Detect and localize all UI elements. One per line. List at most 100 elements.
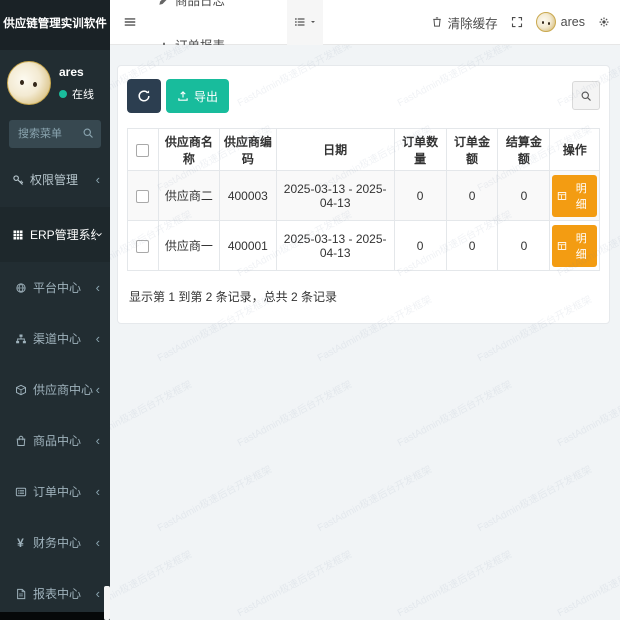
- list-icon: [294, 16, 306, 28]
- watermark-text: FastAdmin极速后台开发框架: [314, 461, 434, 534]
- listalt-icon: [13, 486, 28, 498]
- nav-more-dropdown[interactable]: [287, 0, 323, 45]
- user-avatar-small: [536, 12, 556, 32]
- sidebar-item-perm[interactable]: 权限管理‹: [0, 152, 110, 207]
- refresh-icon: [137, 89, 151, 103]
- detail-button[interactable]: 明细: [552, 225, 597, 267]
- suppliers-report-table: 供应商名称供应商编码日期订单数量订单金额结算金额操作 供应商二400003202…: [127, 128, 600, 271]
- table-cell: 0: [498, 171, 550, 221]
- sidebar-end-strip: [0, 612, 104, 620]
- watermark-text: FastAdmin极速后台开发框架: [110, 376, 194, 449]
- sidebar-item-label: 平台中心: [33, 279, 81, 296]
- table-cell: 0: [498, 221, 550, 271]
- select-all-checkbox[interactable]: [136, 144, 149, 157]
- sidebar-item-goods[interactable]: 商品中心 ‹: [0, 415, 110, 466]
- top-navbar: 管理员管理商品日志订单报表渠道销售明细报表 清除缓存 ares: [110, 0, 620, 45]
- sidebar-item-label: 报表中心: [33, 585, 81, 602]
- detail-button-label: 明细: [570, 180, 592, 212]
- sidebar-item-finance[interactable]: ¥ 财务中心 ‹: [0, 517, 110, 568]
- column-header: 供应商编码: [220, 129, 277, 171]
- watermark-text: FastAdmin极速后台开发框架: [154, 461, 274, 534]
- table-cell: 0: [394, 221, 446, 271]
- sidebar-item-label: 渠道中心: [33, 330, 81, 347]
- panel-toolbar: 导出: [127, 79, 600, 113]
- chevron-left-icon: ‹: [96, 433, 100, 448]
- sidebar-item-label: 财务中心: [33, 534, 81, 551]
- detail-icon: [557, 191, 567, 201]
- nav-item-label: 商品日志: [175, 0, 225, 9]
- chevron-left-icon: ‹: [96, 382, 100, 397]
- user-avatar[interactable]: [7, 61, 51, 105]
- sidebar-item-channel[interactable]: 渠道中心 ‹: [0, 313, 110, 364]
- online-status-label: 在线: [72, 86, 94, 102]
- online-status-dot: [59, 90, 67, 98]
- clear-cache-button[interactable]: 清除缓存: [431, 13, 498, 32]
- search-icon: [580, 90, 592, 102]
- sidebar-toggle-icon[interactable]: [110, 15, 148, 29]
- table-search-button[interactable]: [572, 81, 600, 110]
- table-cell: 400001: [220, 221, 277, 271]
- sidebar: 供应链管理实训软件 ares 在线 权限管理‹ERP管理系统‹平台中心‹渠道中心…: [0, 0, 110, 620]
- app-title: 供应链管理实训软件: [0, 0, 110, 50]
- table-cell: 0: [446, 221, 498, 271]
- nav-item-goods-log[interactable]: 商品日志: [148, 0, 285, 22]
- user-panel: ares 在线: [0, 50, 110, 114]
- search-icon: [82, 127, 94, 139]
- file-icon: [13, 588, 28, 600]
- row-checkbox[interactable]: [136, 190, 149, 203]
- th-icon: [10, 229, 25, 241]
- table-cell: 供应商一: [158, 221, 219, 271]
- report-panel: 导出 供应商名称供应商编码日期订单数量订单金额结算金额操作 供应商二400003…: [117, 65, 610, 324]
- sidebar-item-platform[interactable]: 平台中心 ‹: [0, 262, 110, 313]
- sidebar-item-label: 供应商中心: [33, 381, 93, 398]
- detail-button[interactable]: 明细: [552, 175, 597, 217]
- watermark-text: FastAdmin极速后台开发框架: [554, 376, 620, 449]
- sidebar-item-order[interactable]: 订单中心‹: [0, 466, 110, 517]
- export-button[interactable]: 导出: [166, 79, 229, 113]
- user-name: ares: [59, 65, 94, 79]
- fullscreen-button[interactable]: [511, 16, 523, 28]
- sidebar-item-supplier[interactable]: 供应商中心‹: [0, 364, 110, 415]
- content-area: FastAdmin极速后台开发框架 FastAdmin极速后台开发框架 FastAd…: [110, 45, 620, 620]
- table-cell: 2025-03-13 - 2025-04-13: [276, 171, 394, 221]
- chevron-left-icon: ‹: [96, 484, 100, 499]
- key-icon: [10, 174, 25, 186]
- detail-button-label: 明细: [570, 230, 592, 262]
- table-cell: 2025-03-13 - 2025-04-13: [276, 221, 394, 271]
- watermark-text: FastAdmin极速后台开发框架: [110, 546, 194, 619]
- table-cell: 0: [446, 171, 498, 221]
- column-header: 供应商名称: [158, 129, 219, 171]
- chevron-down-icon: ‹: [90, 232, 105, 236]
- topbar-username: ares: [561, 15, 585, 29]
- pencil-icon: [158, 0, 170, 6]
- row-checkbox[interactable]: [136, 240, 149, 253]
- table-cell: 供应商二: [158, 171, 219, 221]
- sidebar-item-label: 商品中心: [33, 432, 81, 449]
- settings-button[interactable]: [598, 16, 610, 28]
- sidebar-item-erp[interactable]: ERP管理系统‹: [0, 207, 110, 262]
- table-row: 供应商一4000012025-03-13 - 2025-04-13000明细: [128, 221, 600, 271]
- chevron-left-icon: ‹: [96, 280, 100, 295]
- watermark-text: FastAdmin极速后台开发框架: [234, 376, 354, 449]
- app-window: 供应链管理实训软件 ares 在线 权限管理‹ERP管理系统‹平台中心‹渠道中心…: [0, 0, 620, 620]
- pagination-summary: 显示第 1 到第 2 条记录，总共 2 条记录: [127, 288, 600, 305]
- watermark-text: FastAdmin极速后台开发框架: [394, 546, 514, 619]
- watermark-text: FastAdmin极速后台开发框架: [234, 546, 354, 619]
- watermark-text: FastAdmin极速后台开发框架: [554, 546, 620, 619]
- chevron-left-icon: ‹: [96, 172, 100, 187]
- sidebar-search: [9, 120, 101, 148]
- watermark-text: FastAdmin极速后台开发框架: [474, 461, 594, 534]
- trash-icon: [431, 16, 443, 28]
- column-header: 订单金额: [446, 129, 498, 171]
- yen-icon: ¥: [13, 536, 28, 550]
- chevron-left-icon: ‹: [96, 535, 100, 550]
- box-icon: [13, 384, 28, 396]
- upload-icon: [177, 90, 189, 102]
- chevron-left-icon: ‹: [96, 331, 100, 346]
- refresh-button[interactable]: [127, 79, 161, 113]
- column-header: 订单数量: [394, 129, 446, 171]
- user-menu[interactable]: ares: [536, 12, 585, 32]
- globe-icon: [13, 282, 28, 294]
- sidebar-scrollbar[interactable]: [104, 586, 110, 620]
- caret-down-icon: [309, 18, 317, 26]
